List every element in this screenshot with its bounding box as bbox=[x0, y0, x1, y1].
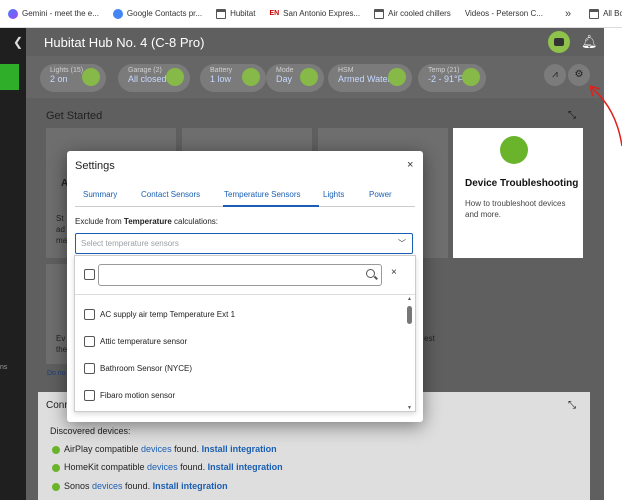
hubitat-icon bbox=[52, 463, 60, 472]
search-icon bbox=[366, 269, 375, 278]
bookmark-google-contacts[interactable]: Google Contacts pr... bbox=[112, 8, 202, 19]
chevron-down-icon: ﹀ bbox=[398, 239, 406, 248]
tab-power[interactable]: Power bbox=[369, 190, 392, 199]
status-tiles: Lights (15) 2 on Garage (2) All closed Bat… bbox=[26, 56, 604, 98]
tab-summary[interactable]: Summary bbox=[83, 190, 117, 199]
hubitat-icon bbox=[52, 482, 60, 491]
left-nav: ❮ ns bbox=[0, 28, 26, 500]
sensor-option[interactable]: Attic temperature sensor bbox=[84, 334, 187, 348]
bulb-icon bbox=[82, 68, 100, 86]
checkbox[interactable] bbox=[84, 308, 95, 320]
tile-temp[interactable]: Temp (21) -2 - 91°F bbox=[418, 64, 486, 92]
chart-icon[interactable]: ⩘ bbox=[544, 64, 566, 86]
garage-icon bbox=[166, 68, 184, 86]
bookmark-gemini[interactable]: Gemini - meet the e... bbox=[8, 8, 99, 19]
bookmarks-overflow-button[interactable]: » bbox=[565, 8, 571, 20]
gear-icon bbox=[300, 68, 318, 86]
expand-icon[interactable]: ⤡ bbox=[568, 400, 576, 411]
sensor-option[interactable]: Bathroom Sensor (NYCE) bbox=[84, 361, 192, 375]
tab-contact-sensors[interactable]: Contact Sensors bbox=[141, 190, 200, 199]
expand-icon[interactable]: ⤡ bbox=[568, 110, 576, 121]
scroll-down-icon[interactable]: ▼ bbox=[407, 405, 412, 411]
shield-home-icon bbox=[388, 68, 406, 86]
nav-active-indicator bbox=[0, 64, 19, 90]
tile-battery[interactable]: Battery 1 low bbox=[200, 64, 266, 92]
tile-garage[interactable]: Garage (2) All closed bbox=[118, 64, 190, 92]
install-integration-link[interactable]: Install integration bbox=[202, 444, 277, 454]
exclude-label: Exclude from Temperature calculations: bbox=[75, 217, 219, 226]
dialog-title: Settings bbox=[75, 160, 115, 172]
scroll-thumb[interactable] bbox=[407, 306, 412, 324]
divider bbox=[75, 294, 415, 295]
get-started-heading: Get Started bbox=[46, 110, 103, 122]
partial-text: est bbox=[424, 334, 435, 343]
close-icon[interactable]: × bbox=[407, 159, 413, 171]
bookmark-videos[interactable]: Videos - Peterson C... bbox=[465, 9, 543, 18]
tab-temperature-sensors[interactable]: Temperature Sensors bbox=[224, 190, 300, 199]
tile-mode[interactable]: Mode Day bbox=[266, 64, 324, 92]
ex-icon: EN bbox=[269, 10, 280, 17]
checkbox[interactable] bbox=[84, 335, 95, 347]
folder-icon bbox=[374, 8, 385, 19]
settings-dialog: Settings × Summary Contact Sensors Tempe… bbox=[67, 151, 423, 422]
gemini-icon bbox=[8, 8, 18, 19]
bookmarks-bar: Gemini - meet the e... Google Contacts p… bbox=[0, 0, 622, 28]
temperature-sensor-select[interactable]: Select temperature sensors ﹀ bbox=[75, 233, 413, 254]
install-integration-link[interactable]: Install integration bbox=[208, 462, 283, 472]
hubitat-icon bbox=[52, 445, 60, 454]
folder-icon bbox=[589, 8, 600, 19]
tile-hsm[interactable]: HSM Armed Water bbox=[328, 64, 412, 92]
app-header: Hubitat Hub No. 4 (C-8 Pro) 🔔︎ bbox=[26, 28, 604, 56]
sensor-option[interactable]: Fibaro motion sensor bbox=[84, 388, 175, 402]
hub-title: Hubitat Hub No. 4 (C-8 Pro) bbox=[44, 35, 205, 50]
folder-icon bbox=[216, 8, 227, 19]
sensor-dropdown: × AC supply air temp Temperature Ext 1 A… bbox=[74, 255, 416, 412]
tab-lights[interactable]: Lights bbox=[323, 190, 344, 199]
tile-lights[interactable]: Lights (15) 2 on bbox=[40, 64, 106, 92]
dropdown-search-input[interactable] bbox=[98, 264, 382, 286]
nav-partial-text: ns bbox=[0, 364, 8, 371]
card-device-troubleshooting[interactable]: Device Troubleshooting How to troublesho… bbox=[453, 128, 583, 258]
battery-icon bbox=[242, 68, 260, 86]
all-bookmarks[interactable]: All Bookmarks bbox=[589, 8, 622, 19]
checkbox[interactable] bbox=[84, 389, 95, 401]
checkbox[interactable] bbox=[84, 362, 95, 374]
thermometer-icon bbox=[462, 68, 480, 86]
partial-link[interactable]: Do no bbox=[47, 370, 66, 377]
robot-icon[interactable] bbox=[548, 31, 570, 53]
dropdown-scrollbar[interactable]: ▲ ▼ bbox=[406, 296, 414, 411]
discovered-row-homekit: HomeKit compatible devices found. Instal… bbox=[52, 462, 283, 472]
clear-icon[interactable]: × bbox=[391, 267, 397, 278]
google-icon bbox=[112, 8, 123, 19]
bookmark-chillers[interactable]: Air cooled chillers bbox=[374, 8, 451, 19]
discovered-row-sonos: Sonos devices found. Install integration bbox=[52, 481, 228, 491]
install-integration-link[interactable]: Install integration bbox=[153, 481, 228, 491]
bookmark-hubitat[interactable]: Hubitat bbox=[216, 8, 255, 19]
bookmark-express-news[interactable]: EN San Antonio Expres... bbox=[269, 9, 360, 18]
settings-tabs: Summary Contact Sensors Temperature Sens… bbox=[75, 187, 415, 207]
select-all-checkbox[interactable] bbox=[84, 269, 95, 280]
scroll-up-icon[interactable]: ▲ bbox=[407, 296, 412, 302]
active-tab-indicator bbox=[223, 205, 319, 207]
discovered-row-airplay: AirPlay compatible devices found. Instal… bbox=[52, 444, 277, 454]
chevron-left-icon[interactable]: ❮ bbox=[13, 35, 23, 49]
sensor-option[interactable]: AC supply air temp Temperature Ext 1 bbox=[84, 307, 235, 321]
bell-icon[interactable]: 🔔︎ bbox=[581, 34, 598, 50]
annotation-arrow bbox=[589, 85, 622, 147]
troubleshoot-icon bbox=[500, 136, 528, 164]
